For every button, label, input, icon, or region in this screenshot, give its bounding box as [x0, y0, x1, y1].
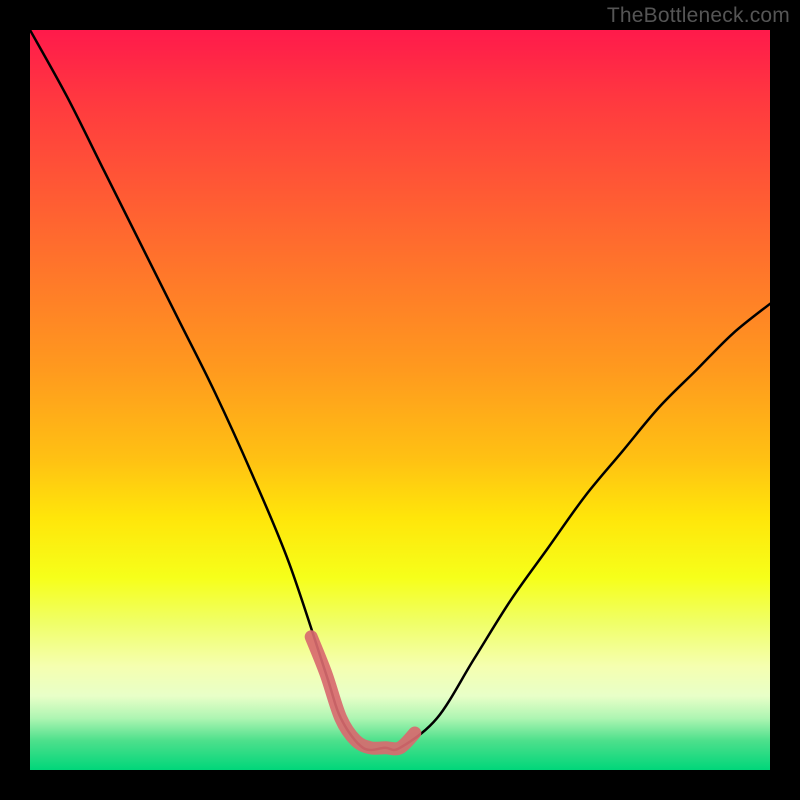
- curve-overlay: [30, 30, 770, 770]
- chart-frame: TheBottleneck.com: [0, 0, 800, 800]
- bottleneck-curve: [30, 30, 770, 750]
- optimal-range-marker: [311, 637, 415, 749]
- watermark-text: TheBottleneck.com: [607, 4, 790, 28]
- plot-area: [30, 30, 770, 770]
